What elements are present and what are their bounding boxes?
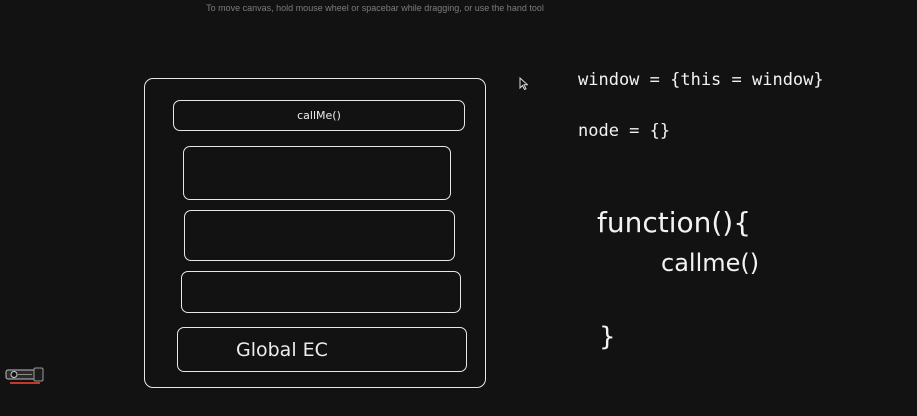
stack-frame-label: Global EC (236, 338, 328, 361)
mouse-pointer-icon (519, 77, 528, 90)
note-node[interactable]: node = {} (578, 121, 670, 141)
stack-frame-empty[interactable] (181, 271, 461, 313)
pen-tool-icon[interactable] (2, 360, 46, 390)
code-callme[interactable]: callme() (661, 249, 759, 277)
code-function-open[interactable]: function(){ (597, 206, 751, 239)
stack-frame-callme[interactable]: callMe() (173, 100, 465, 131)
whiteboard-canvas[interactable]: To move canvas, hold mouse wheel or spac… (0, 0, 917, 416)
canvas-hint: To move canvas, hold mouse wheel or spac… (206, 3, 544, 13)
stack-frame-empty[interactable] (183, 146, 451, 200)
stack-frame-empty[interactable] (184, 210, 455, 261)
note-window[interactable]: window = {this = window} (578, 70, 824, 90)
stack-frame-label: callMe() (297, 109, 341, 122)
stack-frame-global-ec[interactable]: Global EC (177, 327, 467, 372)
code-function-close[interactable]: } (599, 322, 616, 352)
